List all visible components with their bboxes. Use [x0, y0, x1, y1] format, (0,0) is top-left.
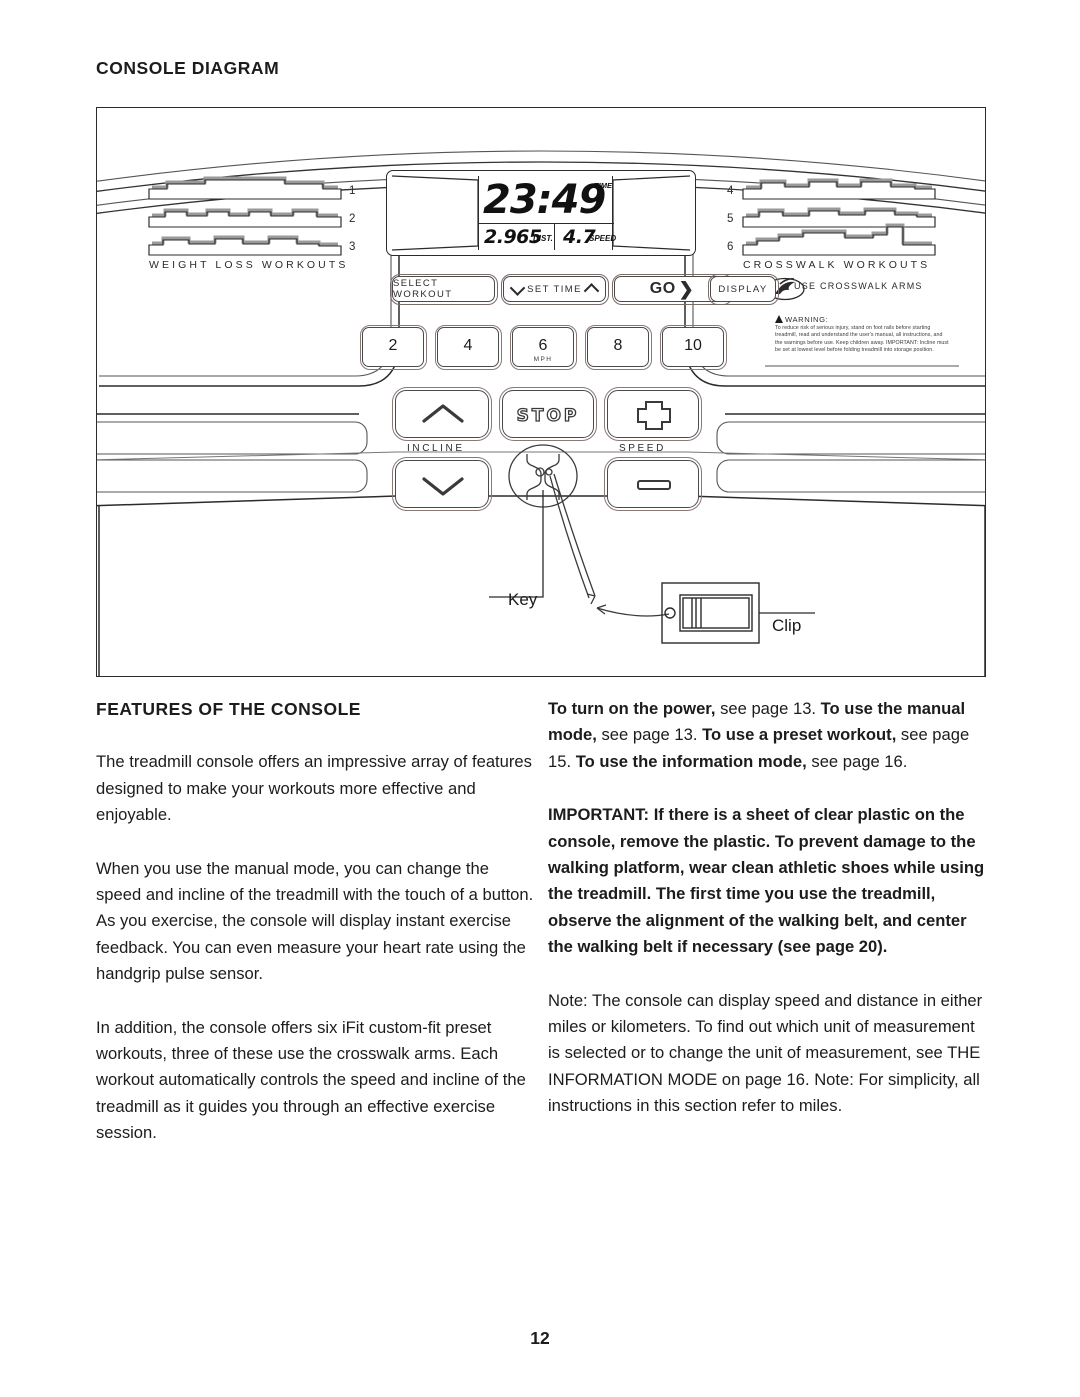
speed-label: SPEED	[619, 443, 666, 454]
weight-loss-workouts-label: WEIGHT LOSS WORKOUTS	[149, 259, 349, 271]
select-workout-button[interactable]: SELECT WORKOUT	[389, 273, 498, 305]
safety-key-artwork	[508, 444, 578, 508]
workout-key-number-4[interactable]: 4	[727, 185, 733, 197]
warning-triangle-icon	[775, 315, 783, 323]
incline-down-button[interactable]	[392, 457, 492, 511]
lcd-speed-label: SPEED	[589, 234, 617, 243]
speed-key-6-value: 6	[538, 337, 548, 354]
lcd-time-label: TIME	[594, 181, 612, 190]
incline-label: INCLINE	[407, 443, 465, 454]
chevron-right-icon: ❯	[678, 278, 695, 299]
speed-key-4[interactable]: 4	[434, 324, 502, 370]
speed-key-8[interactable]: 8	[584, 324, 652, 370]
cross-references-paragraph: To turn on the power, see page 13. To us…	[548, 696, 988, 775]
lcd-divider	[554, 224, 555, 250]
speed-key-10-value: 10	[684, 337, 702, 354]
select-workout-button-label: SELECT WORKOUT	[393, 278, 453, 300]
features-paragraph-2: When you use the manual mode, you can ch…	[96, 858, 534, 984]
speed-key-6[interactable]: 6 MPH	[509, 324, 577, 370]
manual-page: CONSOLE DIAGRAM 1 2 3 4 5 6 WEIGHT LOSS …	[0, 0, 1080, 1397]
workout-key-number-6[interactable]: 6	[727, 241, 733, 253]
workout-key-number-2[interactable]: 2	[349, 213, 355, 225]
warning-heading: WARNING:	[775, 315, 950, 324]
go-button-label: GO	[649, 280, 676, 297]
warning-heading-text: WARNING:	[785, 315, 829, 324]
workout-key-number-3[interactable]: 3	[349, 241, 355, 253]
page-number: 12	[530, 1328, 550, 1348]
ref-power-text: see page 13.	[715, 699, 821, 718]
ref-preset-bold: To use a preset workout,	[702, 725, 897, 745]
ref-info-text: see page 16.	[806, 751, 908, 771]
plus-icon	[637, 401, 671, 430]
speed-key-8-value: 8	[613, 337, 623, 354]
set-time-button[interactable]: SET TIME	[500, 273, 609, 305]
lcd-screen: 23:49 TIME 2.965 DIST. 4.7 SPEED	[478, 176, 617, 250]
speed-unit-label: MPH	[533, 356, 553, 363]
ref-info-bold: To use the information mode,	[575, 751, 807, 771]
set-time-button-label: SET TIME	[527, 283, 582, 295]
page-title: CONSOLE DIAGRAM	[96, 58, 280, 78]
lcd-time-row: 23:49 TIME	[479, 176, 614, 224]
ref-power-bold: To turn on the power,	[548, 699, 716, 718]
workout-key-number-1[interactable]: 1	[349, 185, 355, 197]
incline-up-button[interactable]	[392, 387, 492, 441]
display-button[interactable]: DISPLAY	[707, 273, 779, 305]
key-callout-label: Key	[508, 590, 538, 609]
chevron-down-icon	[422, 477, 464, 496]
lcd-distance-label: DIST.	[533, 234, 553, 243]
stop-button[interactable]: STOP	[499, 387, 597, 441]
warning-label: WARNING: To reduce risk of serious injur…	[769, 311, 955, 363]
features-heading: FEATURES OF THE CONSOLE	[96, 699, 361, 719]
speed-key-10[interactable]: 10	[659, 324, 727, 370]
crosswalk-workouts-label: CROSSWALK WORKOUTS	[743, 259, 931, 271]
features-paragraph-1: The treadmill console offers an impressi…	[96, 752, 532, 825]
left-text-column: FEATURES OF THE CONSOLE The treadmill co…	[96, 696, 536, 1147]
ref-manual-text: see page 13.	[596, 725, 703, 745]
note-paragraph: Note: The console can display speed and …	[548, 990, 983, 1116]
speed-key-2-value: 2	[388, 337, 398, 354]
console-diagram: 1 2 3 4 5 6 WEIGHT LOSS WORKOUTS CROSSWA…	[96, 107, 986, 677]
speed-key-4-value: 4	[463, 337, 473, 354]
lcd-time-value: 23:49	[483, 177, 606, 223]
workout-key-number-5[interactable]: 5	[727, 213, 733, 225]
right-text-column: To turn on the power, see page 13. To us…	[548, 696, 988, 1120]
speed-decrease-button[interactable]	[604, 457, 702, 511]
speed-key-2[interactable]: 2	[359, 324, 427, 370]
chevron-up-icon	[583, 282, 600, 299]
features-paragraph-3: In addition, the console offers six iFit…	[96, 1017, 526, 1143]
clip-callout-label: Clip	[772, 616, 802, 635]
display-button-label: DISPLAY	[718, 283, 768, 295]
minus-icon	[637, 480, 671, 490]
use-crosswalk-arms-label: USE CROSSWALK ARMS	[794, 281, 923, 291]
clip-artwork	[661, 582, 760, 644]
chevron-down-icon	[509, 279, 526, 296]
speed-increase-button[interactable]	[604, 387, 702, 441]
chevron-up-icon	[422, 404, 464, 423]
important-paragraph: IMPORTANT: If there is a sheet of clear …	[548, 805, 985, 957]
stop-button-label: STOP	[516, 405, 580, 426]
warning-body: To reduce risk of serious injury, stand …	[775, 325, 949, 354]
